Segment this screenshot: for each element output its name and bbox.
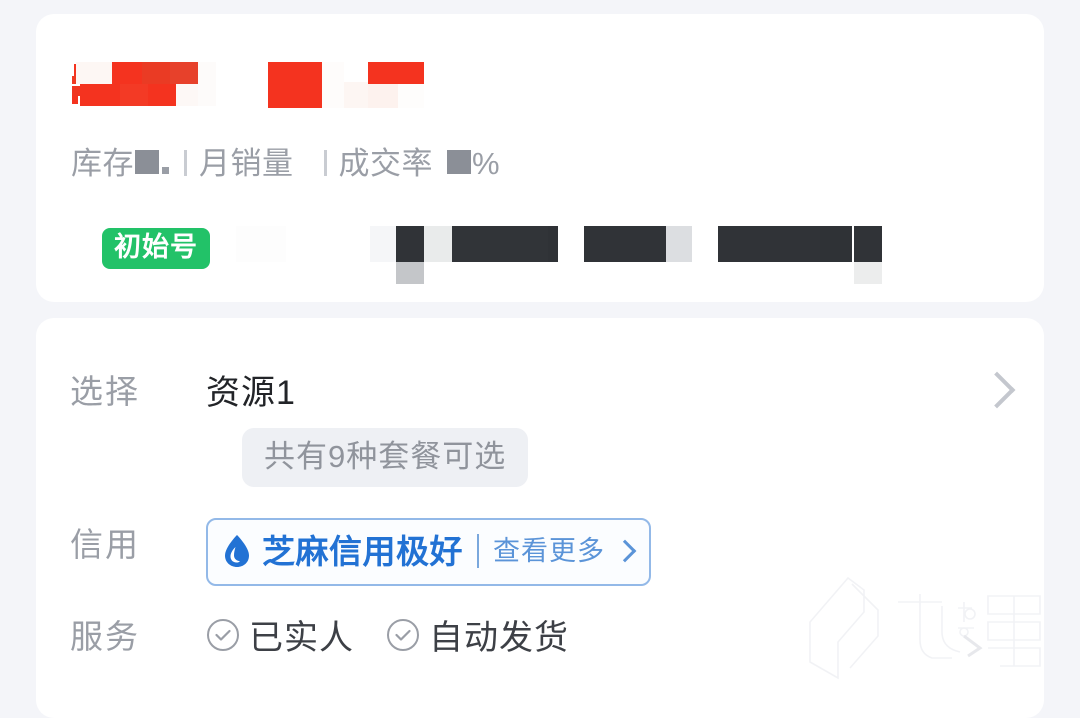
price-redacted-area bbox=[72, 52, 492, 114]
check-circle-icon bbox=[207, 618, 239, 651]
stat-stock: 库存 bbox=[71, 138, 172, 183]
product-tags: 初始号 bbox=[72, 214, 1012, 284]
service-item-label: 自动发货 bbox=[429, 619, 569, 657]
product-stats: 库存 月销量 成交率% bbox=[71, 136, 500, 184]
stat-percent-symbol: % bbox=[472, 145, 501, 181]
tag-mosaic-block bbox=[854, 262, 882, 284]
price-mosaic-block bbox=[142, 62, 170, 84]
tag-mosaic-block bbox=[396, 262, 424, 284]
tag-mosaic-block bbox=[452, 226, 558, 262]
check-circle-icon bbox=[387, 618, 419, 651]
tag-mosaic-block bbox=[548, 226, 558, 262]
tag-mosaic-block bbox=[424, 226, 452, 262]
chevron-right-icon[interactable] bbox=[613, 539, 637, 563]
tag-mosaic-block bbox=[820, 226, 852, 262]
price-mosaic-block bbox=[322, 62, 344, 108]
price-mosaic-block bbox=[176, 84, 198, 106]
price-mosaic-block bbox=[72, 96, 78, 104]
tag-mosaic-block bbox=[396, 226, 424, 262]
price-mosaic-block bbox=[368, 62, 424, 84]
price-mosaic-block bbox=[368, 84, 398, 108]
price-mosaic-block bbox=[268, 62, 322, 108]
tag-mosaic-block bbox=[666, 226, 692, 262]
credit-row: 信用 芝麻信用极好 查看更多 bbox=[36, 518, 1044, 586]
service-label: 服务 bbox=[70, 618, 140, 655]
chevron-right-icon[interactable] bbox=[978, 371, 1016, 409]
tag-initial-account: 初始号 bbox=[102, 228, 210, 269]
select-value: 资源1 bbox=[206, 374, 296, 412]
stat-divider bbox=[323, 150, 327, 176]
service-row: 服务 已实人 自动发货 bbox=[36, 610, 1044, 659]
stat-stock-redacted bbox=[135, 149, 159, 174]
stat-dot bbox=[162, 166, 169, 174]
select-resource-row[interactable]: 选择 资源1 bbox=[36, 365, 1044, 414]
stat-stock-label: 库存 bbox=[71, 145, 134, 181]
price-mosaic-block bbox=[76, 62, 112, 84]
tag-mosaic-block bbox=[236, 226, 286, 262]
service-item-auto-delivery: 自动发货 bbox=[386, 610, 569, 659]
stat-rate-label: 成交率 bbox=[338, 145, 433, 181]
price-mosaic-block bbox=[170, 62, 198, 84]
stat-rate-redacted bbox=[447, 149, 471, 174]
stat-sales-label: 月销量 bbox=[199, 145, 294, 181]
zhima-credit-badge[interactable]: 芝麻信用极好 查看更多 bbox=[206, 518, 651, 586]
service-item-verified: 已实人 bbox=[206, 610, 354, 659]
credit-divider bbox=[477, 534, 479, 568]
select-label: 选择 bbox=[70, 373, 140, 410]
sesame-droplet-icon bbox=[225, 535, 249, 567]
price-mosaic-block bbox=[120, 84, 148, 106]
credit-view-more-label[interactable]: 查看更多 bbox=[493, 537, 605, 565]
tag-mosaic-block bbox=[584, 226, 666, 262]
stat-rate: 成交率% bbox=[339, 138, 501, 183]
price-mosaic-block bbox=[344, 82, 368, 108]
tag-mosaic-block bbox=[854, 226, 882, 262]
price-mosaic-block bbox=[148, 84, 176, 106]
price-mosaic-block bbox=[112, 62, 142, 84]
options-card: 选择 资源1 共有9种套餐可选 信用 芝麻信用极好 查看更多 服务 已实人 自动… bbox=[36, 318, 1044, 718]
service-items: 已实人 自动发货 bbox=[206, 610, 601, 659]
tag-mosaic-block bbox=[718, 226, 828, 262]
stat-sales: 月销量 bbox=[199, 138, 294, 183]
package-count-pill[interactable]: 共有9种套餐可选 bbox=[242, 428, 529, 487]
credit-level-text: 芝麻信用极好 bbox=[262, 532, 463, 570]
price-mosaic-block bbox=[80, 84, 120, 106]
price-mosaic-block bbox=[398, 84, 424, 108]
credit-label: 信用 bbox=[70, 526, 140, 563]
stat-divider bbox=[184, 150, 187, 176]
service-item-label: 已实人 bbox=[249, 619, 354, 657]
product-summary-card: 库存 月销量 成交率% 初始号 bbox=[36, 14, 1044, 302]
price-mosaic-block bbox=[198, 62, 216, 106]
